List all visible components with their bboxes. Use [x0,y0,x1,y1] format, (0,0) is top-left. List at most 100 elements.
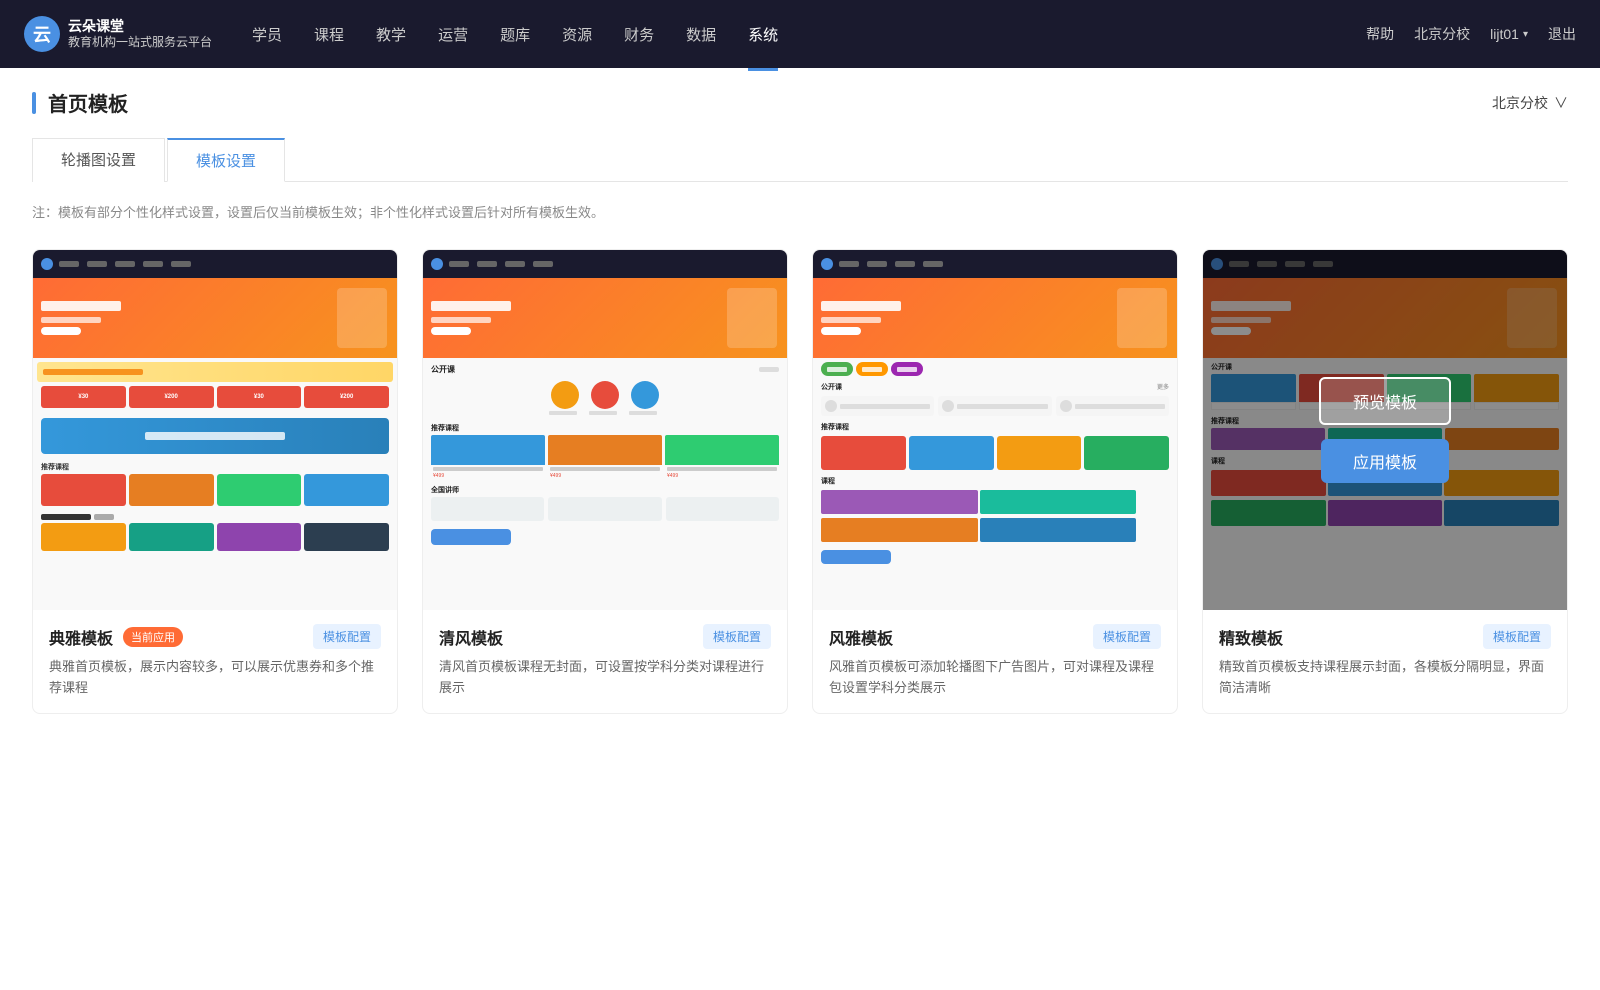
mini-section-courses-1: 推荐课程 [33,458,397,474]
mini-rec3 [813,434,1177,474]
overlay-preview-btn[interactable]: 预览模板 [1319,377,1451,425]
template-desc-elegant2: 风雅首页模板可添加轮播图下广告图片，可对课程及课程包设置学科分类展示 [829,657,1161,699]
branch-selector-label: 北京分校 [1492,93,1548,113]
page-title-wrapper: 首页模板 [32,88,128,117]
mini-hero-img-1 [337,288,387,348]
template-name-elegant: 典雅模板 [49,625,113,649]
template-info-light: 清风模板 模板配置 清风首页模板课程无封面，可设置按学科分类对课程进行展示 [423,610,787,713]
mini-banner-1 [37,362,393,382]
user-dropdown[interactable]: lijt01 ▾ [1490,26,1528,42]
page-container: 首页模板 北京分校 ∨ 轮播图设置 模板设置 注：模板有部分个性化样式设置，设置… [0,68,1600,990]
mini-rec-courses-2: ¥499 ¥499 [423,435,787,483]
mini-nav-item [59,261,79,267]
mini-voucher-1: ¥30 [41,386,126,408]
logo-text: 云朵课堂 教育机构一站式服务云平台 [68,17,212,51]
template-name-light: 清风模板 [439,625,503,649]
overlay-apply-btn[interactable]: 应用模板 [1321,439,1449,483]
mini-subjects-3 [813,358,1177,380]
tabs-container: 轮播图设置 模板设置 [32,137,1568,182]
mini-hero-btn-1 [41,327,81,335]
template-preview-light: 公开课 [423,250,787,610]
template-preview-elegant2: 公开课 更多 [813,250,1177,610]
template-name-elegant2: 风雅模板 [829,625,893,649]
user-dropdown-arrow: ▾ [1523,29,1528,40]
template-name-refined: 精致模板 [1219,625,1283,649]
tab-template[interactable]: 模板设置 [167,138,285,182]
nav-resources[interactable]: 资源 [562,20,592,49]
mini-vouchers-1: ¥30 ¥200 ¥30 ¥200 [33,386,397,414]
template-desc-light: 清风首页模板课程无封面，可设置按学科分类对课程进行展示 [439,657,771,699]
mini-nav-item [143,261,163,267]
nav-students[interactable]: 学员 [252,20,282,49]
mini-site-1: ¥30 ¥200 ¥30 ¥200 推荐课程 [33,250,397,610]
current-badge-elegant: 当前应用 [123,627,183,647]
mini-voucher-2: ¥200 [129,386,214,408]
template-card-elegant: ¥30 ¥200 ¥30 ¥200 推荐课程 [32,249,398,714]
template-card-elegant2: 公开课 更多 [812,249,1178,714]
logout-link[interactable]: 退出 [1548,24,1576,44]
page-header: 首页模板 北京分校 ∨ [32,88,1568,117]
template-preview-refined: 预览模板 应用模板 [1203,250,1567,610]
nav-operations[interactable]: 运营 [438,20,468,49]
branch-link[interactable]: 北京分校 [1414,24,1470,44]
mini-job-edu-1 [33,510,397,555]
mini-voucher-4: ¥200 [304,386,389,408]
mini-instructors-2 [423,377,787,421]
nav-teaching[interactable]: 教学 [376,20,406,49]
mini-logo-dot-2 [431,258,443,270]
mini-big-banner-1 [41,418,389,454]
template-card-light: 公开课 [422,249,788,714]
mini-logo-dot-1 [41,258,53,270]
mini-teachers-2 [423,497,787,525]
nav-finance[interactable]: 财务 [624,20,654,49]
mini-nav-item [115,261,135,267]
mini-logo-dot-3 [821,258,833,270]
help-link[interactable]: 帮助 [1366,24,1394,44]
config-btn-elegant2[interactable]: 模板配置 [1093,624,1161,649]
mini-site-2: 公开课 [423,250,787,610]
page-title-bar [32,92,36,114]
template-info-elegant2: 风雅模板 模板配置 风雅首页模板可添加轮播图下广告图片，可对课程及课程包设置学科… [813,610,1177,713]
mini-site-3: 公开课 更多 [813,250,1177,610]
config-btn-refined[interactable]: 模板配置 [1483,624,1551,649]
mini-voucher-3: ¥30 [217,386,302,408]
mini-course-grid-3 [813,488,1177,544]
config-btn-light[interactable]: 模板配置 [703,624,771,649]
navbar: 云 云朵课堂 教育机构一站式服务云平台 学员 课程 教学 运营 题库 资源 财务… [0,0,1600,68]
nav-data[interactable]: 数据 [686,20,716,49]
mini-hero-2 [423,278,787,358]
mini-course-stats-3 [813,394,1177,420]
mini-hero-3 [813,278,1177,358]
note-text: 注：模板有部分个性化样式设置，设置后仅当前模板生效；非个性化样式设置后针对所有模… [32,202,1568,221]
mini-header-1 [33,250,397,278]
navbar-right: 帮助 北京分校 lijt01 ▾ 退出 [1366,24,1576,44]
template-desc-refined: 精致首页模板支持课程展示封面，各模板分隔明显，界面简洁清晰 [1219,657,1551,699]
mini-hero-title-1 [41,301,121,311]
page-title: 首页模板 [48,88,128,117]
mini-header-3 [813,250,1177,278]
template-info-refined: 精致模板 模板配置 精致首页模板支持课程展示封面，各模板分隔明显，界面简洁清晰 [1203,610,1567,713]
template-overlay-refined: 预览模板 应用模板 [1203,250,1567,610]
mini-courses-colorful-1 [33,474,397,510]
template-card-refined: 预览模板 应用模板 [1202,249,1568,714]
username: lijt01 [1490,26,1519,42]
nav-system[interactable]: 系统 [748,20,778,49]
branch-selector-arrow: ∨ [1554,93,1568,113]
mini-hero-text-1 [41,301,250,335]
template-name-row-elegant2: 风雅模板 模板配置 [829,624,1161,649]
template-preview-elegant: ¥30 ¥200 ¥30 ¥200 推荐课程 [33,250,397,610]
mini-nav-item [171,261,191,267]
nav-questions[interactable]: 题库 [500,20,530,49]
template-name-row-light: 清风模板 模板配置 [439,624,771,649]
tab-carousel[interactable]: 轮播图设置 [32,138,165,182]
logo[interactable]: 云 云朵课堂 教育机构一站式服务云平台 [24,16,212,52]
mini-nav-1 [59,261,191,267]
template-desc-elegant: 典雅首页模板，展示内容较多，可以展示优惠券和多个推荐课程 [49,657,381,699]
templates-grid: ¥30 ¥200 ¥30 ¥200 推荐课程 [32,249,1568,714]
branch-selector[interactable]: 北京分校 ∨ [1492,93,1568,113]
nav-courses[interactable]: 课程 [314,20,344,49]
mini-header-2 [423,250,787,278]
config-btn-elegant[interactable]: 模板配置 [313,624,381,649]
template-name-row-elegant: 典雅模板 当前应用 模板配置 [49,624,381,649]
mini-nav-2 [449,261,553,267]
